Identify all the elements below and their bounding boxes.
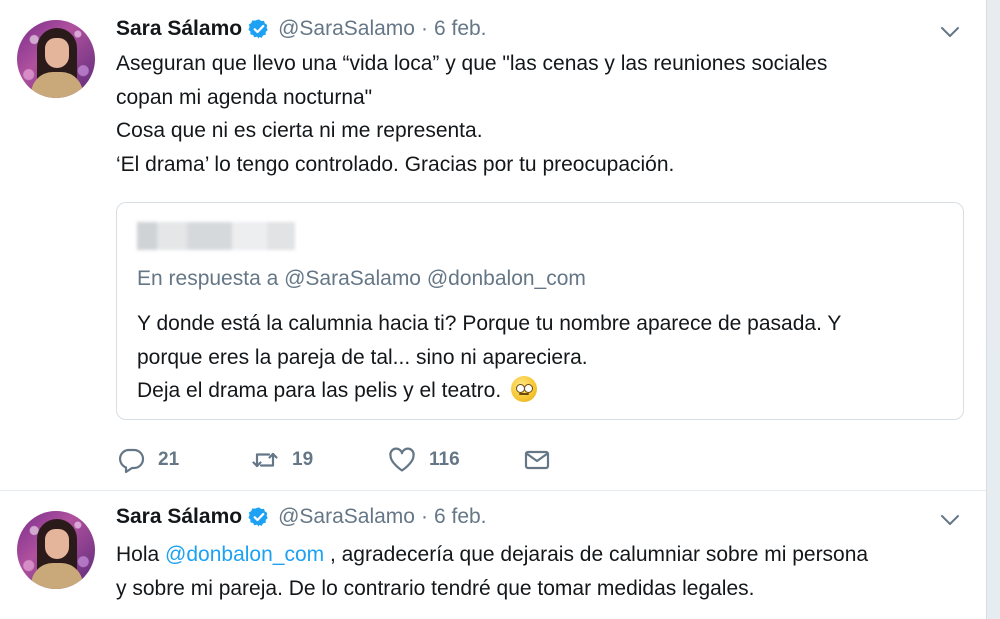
tweet-header: Sara Sálamo @SaraSalamo · 6 feb.: [116, 505, 487, 529]
reply-handles[interactable]: @SaraSalamo @donbalon_com: [284, 267, 586, 290]
retweet-icon: [252, 452, 278, 468]
tweet-text-line: copan mi agenda nocturna": [116, 85, 373, 109]
blurred-author: [137, 222, 295, 250]
quoted-text-line-last: Deja el drama para las pelis y el teatro…: [137, 374, 841, 408]
header-separator: ·: [420, 17, 428, 40]
verified-badge-icon: [248, 19, 268, 39]
tweet-text-line: Hola @donbalon_com , agradecería que dej…: [116, 543, 869, 566]
tweet-header: Sara Sálamo @SaraSalamo · 6 feb.: [116, 17, 487, 41]
tweet-text-line: y sobre mi pareja. De lo contrario tendr…: [116, 576, 755, 600]
like-count: 116: [429, 449, 460, 470]
author-name[interactable]: Sara Sálamo: [116, 505, 242, 529]
tweet-timestamp[interactable]: 6 feb.: [434, 505, 487, 529]
direct-message-button[interactable]: [522, 445, 552, 475]
heart-icon: [389, 447, 415, 472]
tweet-text-line: Cosa que ni es cierta ni me representa.: [116, 119, 483, 142]
avatar[interactable]: [17, 511, 95, 589]
rolling-eyes-emoji-icon: [511, 376, 538, 402]
tweet-text: Hola @donbalon_com , agradecería que dej…: [116, 538, 966, 605]
quoted-text: Y donde está la calumnia hacia ti? Porqu…: [137, 307, 841, 408]
avatar[interactable]: [17, 20, 95, 98]
reply-count: 21: [158, 449, 180, 470]
caret-down-icon[interactable]: [940, 25, 960, 39]
header-separator: ·: [420, 505, 428, 528]
like-button[interactable]: 116: [387, 445, 460, 475]
caret-down-icon[interactable]: [940, 513, 960, 527]
author-handle[interactable]: @SaraSalamo: [278, 505, 415, 529]
page-scroll-gutter: [986, 0, 1000, 619]
tweet[interactable]: Sara Sálamo @SaraSalamo · 6 feb. Asegura…: [0, 0, 986, 491]
tweet-text: Aseguran que llevo una “vida loca” y que…: [116, 47, 966, 181]
tweet-text-line: Aseguran que llevo una “vida loca” y que…: [116, 52, 828, 75]
direct-message-icon: [524, 450, 550, 470]
retweet-count: 19: [292, 449, 314, 470]
author-handle[interactable]: @SaraSalamo: [278, 17, 415, 41]
tweet-text-line: ‘El drama’ lo tengo controlado. Gracias …: [116, 152, 675, 176]
quoted-tweet[interactable]: En respuesta a @SaraSalamo @donbalon_com…: [116, 202, 964, 420]
reply-context: En respuesta a @SaraSalamo @donbalon_com: [137, 267, 586, 291]
tweet[interactable]: Sara Sálamo @SaraSalamo · 6 feb. Hola @d…: [0, 491, 986, 619]
author-name[interactable]: Sara Sálamo: [116, 17, 242, 41]
reply-icon: [119, 448, 145, 474]
reply-prefix: En respuesta a: [137, 267, 279, 290]
quoted-text-line: porque eres la pareja de tal... sino ni …: [137, 345, 588, 369]
mention-link[interactable]: @donbalon_com: [165, 543, 324, 566]
retweet-button[interactable]: 19: [250, 445, 313, 475]
tweet-timestamp[interactable]: 6 feb.: [434, 17, 487, 41]
reply-button[interactable]: 21: [116, 445, 179, 475]
verified-badge-icon: [248, 507, 268, 527]
quoted-text-line: Y donde está la calumnia hacia ti? Porqu…: [137, 312, 842, 335]
